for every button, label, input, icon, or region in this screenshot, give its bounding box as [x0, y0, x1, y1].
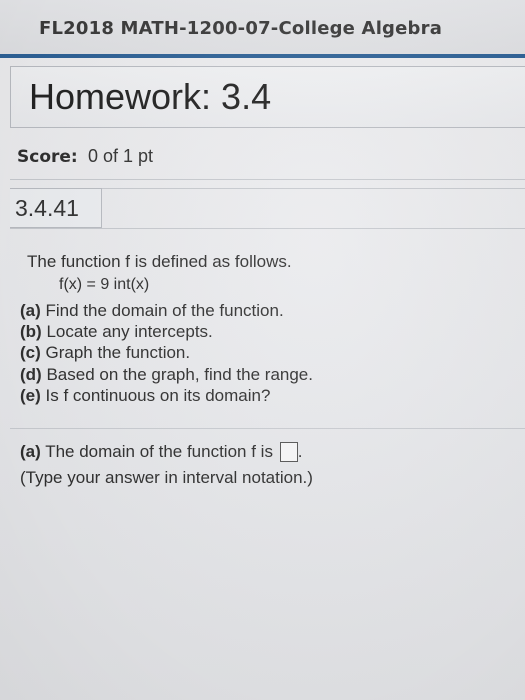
course-header: FL2018 MATH-1200-07-College Algebra: [0, 0, 525, 58]
page: FL2018 MATH-1200-07-College Algebra Home…: [0, 0, 525, 700]
divider: [10, 428, 525, 429]
part-b-letter: (b): [20, 322, 42, 341]
part-e-letter: (e): [20, 386, 41, 405]
answer-hint: (Type your answer in interval notation.): [20, 468, 313, 487]
answer-period: .: [297, 442, 303, 461]
question-number: 3.4.41: [15, 195, 79, 221]
part-d-letter: (d): [20, 365, 42, 384]
question-number-box: 3.4.41: [10, 188, 102, 228]
part-c-letter: (c): [20, 343, 41, 362]
part-a-letter: (a): [20, 301, 41, 320]
function-formula: f(x) = 9 int(x): [59, 276, 150, 293]
answer-part-letter: (a): [20, 442, 41, 461]
part-a-text: Find the domain of the function.: [45, 301, 284, 320]
divider: [10, 228, 525, 229]
divider: [102, 188, 525, 189]
answer-prompt-text: The domain of the function f is: [45, 442, 273, 461]
homework-title: Homework: 3.4: [29, 76, 272, 117]
part-b: (b) Locate any intercepts.: [20, 322, 213, 342]
score-value: 0 of 1 pt: [88, 146, 154, 166]
part-c: (c) Graph the function.: [20, 343, 190, 363]
course-title[interactable]: FL2018 MATH-1200-07-College Algebra: [39, 18, 442, 39]
domain-answer-input[interactable]: [279, 442, 298, 462]
part-c-text: Graph the function.: [45, 343, 191, 362]
problem-intro: The function f is defined as follows.: [27, 252, 292, 271]
part-a: (a) Find the domain of the function.: [20, 301, 284, 321]
score-row: Score: 0 of 1 pt: [10, 134, 525, 180]
answer-prompt: (a) The domain of the function f is .: [20, 442, 302, 462]
homework-title-bar: Homework: 3.4: [10, 66, 525, 128]
part-d: (d) Based on the graph, find the range.: [20, 365, 313, 385]
part-b-text: Locate any intercepts.: [46, 322, 213, 341]
part-e-text: Is f continuous on its domain?: [45, 386, 271, 405]
score-label: Score:: [17, 147, 78, 167]
part-d-text: Based on the graph, find the range.: [46, 365, 313, 384]
part-e: (e) Is f continuous on its domain?: [20, 386, 270, 406]
